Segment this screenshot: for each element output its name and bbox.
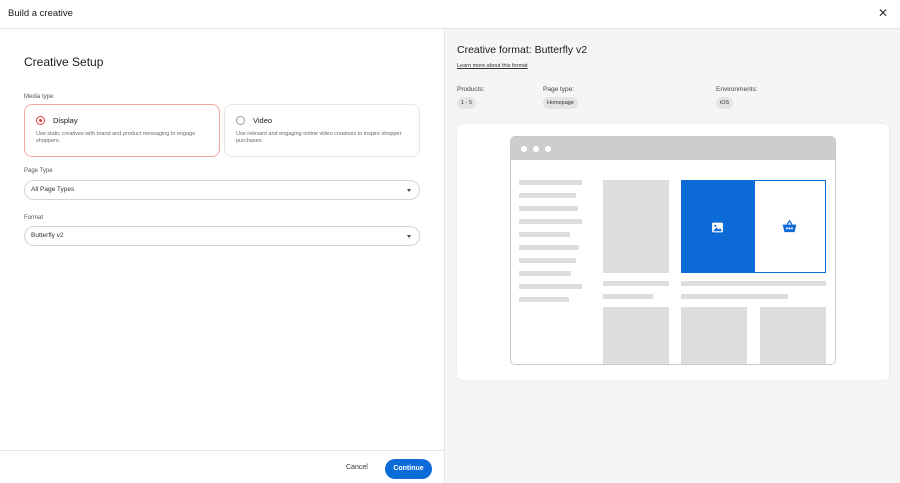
page-type-label: Page Type [24, 168, 53, 174]
browser-dot [533, 146, 539, 152]
image-icon [712, 222, 723, 233]
butterfly-shop-panel [754, 180, 826, 273]
placeholder-line [519, 206, 578, 211]
placeholder-line [681, 294, 788, 299]
placeholder-line [519, 258, 576, 263]
placeholder-tile [603, 307, 669, 364]
browser-dot [521, 146, 527, 152]
media-type-label: Media type [24, 94, 54, 100]
dialog-title: Build a creative [8, 8, 73, 19]
browser-dot [545, 146, 551, 152]
placeholder-line [519, 232, 570, 237]
learn-more-link[interactable]: Learn more about this format [457, 63, 528, 69]
environments-label: Environments: [716, 86, 758, 93]
setup-panel: Creative Setup Media type Display Use st… [0, 29, 444, 450]
placeholder-line [603, 294, 653, 299]
media-option-display[interactable]: Display Use static creatives with brand … [24, 104, 220, 157]
video-radio[interactable] [236, 116, 245, 125]
display-description: Use static creatives with brand and prod… [36, 131, 196, 144]
display-radio[interactable] [36, 116, 45, 125]
butterfly-image-panel [681, 180, 754, 273]
placeholder-line [519, 284, 582, 289]
browser-mockup [510, 136, 836, 365]
close-icon[interactable]: ✕ [878, 6, 888, 20]
video-label: Video [253, 116, 273, 125]
placeholder-line [519, 180, 582, 185]
placeholder-tile [603, 180, 669, 273]
placeholder-line [603, 281, 669, 286]
placeholder-line [519, 193, 576, 198]
continue-button[interactable]: Continue [385, 459, 432, 479]
cancel-button[interactable]: Cancel [346, 464, 368, 471]
page-type-meta-label: Page type: [543, 86, 575, 93]
format-label: Format [24, 215, 44, 221]
placeholder-tile [760, 307, 826, 364]
products-label: Products: [457, 86, 485, 93]
display-label: Display [53, 116, 78, 125]
media-option-video[interactable]: Video Use relevant and engaging online v… [224, 104, 420, 157]
placeholder-line [681, 281, 826, 286]
placeholder-line [519, 219, 582, 224]
environments-badge: iOS [716, 97, 734, 109]
chevron-down-icon [407, 235, 411, 238]
format-value: Butterfly v2 [31, 232, 64, 239]
format-select[interactable]: Butterfly v2 [24, 226, 420, 246]
footer: Cancel Continue [0, 450, 444, 483]
format-preview-panel: Creative format: Butterfly v2 Learn more… [444, 29, 900, 483]
setup-title: Creative Setup [24, 55, 104, 69]
basket-icon [782, 220, 797, 233]
placeholder-line [519, 245, 579, 250]
browser-bar [511, 137, 835, 160]
format-title: Creative format: Butterfly v2 [457, 44, 588, 56]
page-type-value: All Page Types [31, 186, 75, 193]
chevron-down-icon [407, 189, 411, 192]
format-preview-card [457, 124, 889, 380]
page-type-badge: Homepage [543, 97, 578, 109]
products-badge: 1 - 5 [457, 97, 477, 109]
placeholder-line [519, 297, 569, 302]
page-type-select[interactable]: All Page Types [24, 180, 420, 200]
placeholder-line [519, 271, 571, 276]
video-description: Use relevant and engaging online video c… [236, 131, 402, 144]
top-bar: Build a creative ✕ [0, 0, 900, 29]
placeholder-tile [681, 307, 747, 364]
